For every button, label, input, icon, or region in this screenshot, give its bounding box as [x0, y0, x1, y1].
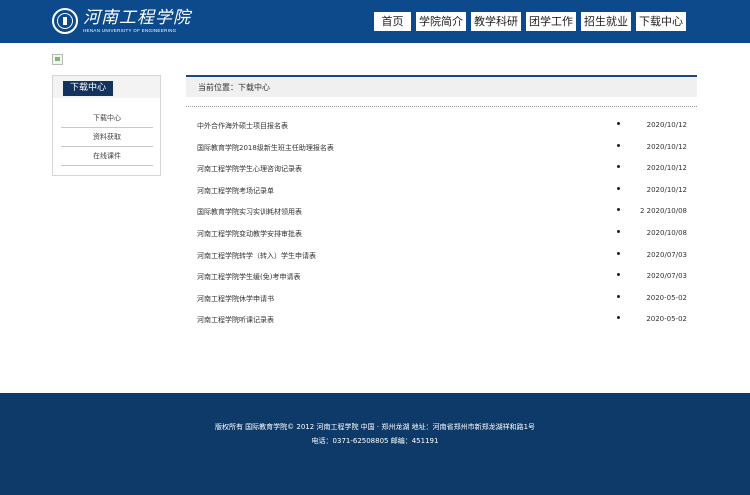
sidebar: 下载中心 下载中心 资料获取 在线课件: [52, 75, 161, 176]
bullet-icon: [617, 208, 620, 212]
list-item-title[interactable]: 中外合作海外硕士项目报名表: [197, 121, 288, 131]
list-item-date: 2 2020/10/08: [639, 207, 687, 216]
logo-chinese-name: 河南工程学院: [83, 7, 191, 28]
list-item-date: 2020/07/03: [646, 272, 687, 281]
list-item-date: 2020-05-02: [646, 315, 687, 324]
nav-student-work[interactable]: 团学工作: [526, 12, 576, 31]
bullet-icon: [617, 165, 620, 169]
bullet-icon: [617, 122, 620, 125]
list-item: 河南工程学院学生缓(免)考申请表 2020/07/03: [186, 266, 697, 288]
list-item-title[interactable]: 河南工程学院学生心理咨询记录表: [197, 164, 302, 174]
list-item: 河南工程学院变动教学安排审批表 2020/10/08: [186, 223, 697, 245]
list-item-title[interactable]: 河南工程学院学生缓(免)考申请表: [197, 272, 300, 282]
nav-downloads[interactable]: 下载中心: [636, 12, 686, 31]
list-item-title[interactable]: 河南工程学院转学（转入）学生申请表: [197, 251, 316, 261]
list-item-date: 2020/10/08: [646, 228, 687, 237]
list-item-date: 2020/10/12: [646, 164, 687, 173]
bullet-icon: [617, 273, 620, 277]
sidebar-item-online-courseware[interactable]: 在线课件: [61, 147, 153, 166]
list-item-title[interactable]: 国际教育学院2018级新生班主任助理报名表: [197, 143, 334, 153]
bullet-icon: [617, 251, 620, 255]
site-footer: 版权所有 国际教育学院© 2012 河南工程学院 中国 · 郑州龙湖 地址：河南…: [0, 393, 750, 495]
site-logo[interactable]: 河南工程学院 HENAN UNIVERSITY OF ENGINEERING: [52, 5, 191, 37]
list-item-title[interactable]: 国际教育学院实习实训耗材领用表: [197, 207, 302, 217]
bullet-icon: [617, 229, 620, 233]
list-item-date: 2020-05-02: [646, 293, 687, 302]
sidebar-menu: 下载中心 资料获取 在线课件: [61, 109, 153, 166]
breadcrumb: 当前位置：下载中心: [198, 83, 270, 92]
list-item: 河南工程学院学生心理咨询记录表 2020/10/12: [186, 158, 697, 180]
broken-image-icon: [52, 54, 63, 65]
footer-copyright: 版权所有 国际教育学院© 2012 河南工程学院 中国 · 郑州龙湖 地址：河南…: [214, 423, 536, 431]
list-item: 国际教育学院实习实训耗材领用表 2 2020/10/08: [186, 201, 697, 223]
list-item-date: 2020/10/12: [646, 121, 687, 129]
list-item-title[interactable]: 河南工程学院变动教学安排审批表: [197, 229, 302, 239]
nav-home[interactable]: 首页: [374, 12, 411, 31]
list-item: 国际教育学院2018级新生班主任助理报名表 2020/10/12: [186, 137, 697, 159]
list-item: 河南工程学院听课记录表 2020-05-02: [186, 309, 697, 331]
university-emblem-icon: [52, 8, 78, 34]
breadcrumb-bar: 当前位置：下载中心: [186, 75, 697, 97]
sidebar-item-downloads[interactable]: 下载中心: [61, 109, 153, 128]
sidebar-item-materials[interactable]: 资料获取: [61, 128, 153, 147]
bullet-icon: [617, 186, 620, 190]
bullet-icon: [617, 316, 620, 320]
footer-contact: 电话：0371-62508805 邮编：451191: [311, 437, 439, 445]
bullet-icon: [617, 294, 620, 298]
list-item: 中外合作海外硕士项目报名表 2020/10/12: [186, 115, 697, 137]
list-item-date: 2020/10/12: [646, 142, 687, 151]
list-item-title[interactable]: 河南工程学院听课记录表: [197, 315, 274, 325]
list-item: 河南工程学院转学（转入）学生申请表 2020/07/03: [186, 245, 697, 267]
list-item-title[interactable]: 河南工程学院考场记录单: [197, 186, 274, 196]
nav-about[interactable]: 学院简介: [416, 12, 466, 31]
download-list: 中外合作海外硕士项目报名表 2020/10/12 国际教育学院2018级新生班主…: [186, 115, 697, 331]
list-item-date: 2020/10/12: [646, 185, 687, 194]
main-nav: 首页 学院简介 教学科研 团学工作 招生就业 下载中心: [374, 12, 686, 31]
site-header: 河南工程学院 HENAN UNIVERSITY OF ENGINEERING 首…: [0, 0, 750, 43]
sidebar-title: 下载中心: [63, 81, 114, 96]
list-item-date: 2020/07/03: [646, 250, 687, 259]
list-item: 河南工程学院休学申请书 2020-05-02: [186, 288, 697, 310]
nav-teaching-research[interactable]: 教学科研: [471, 12, 521, 31]
list-item-title[interactable]: 河南工程学院休学申请书: [197, 294, 274, 304]
logo-english-name: HENAN UNIVERSITY OF ENGINEERING: [83, 27, 177, 33]
bullet-icon: [617, 143, 620, 147]
nav-admissions[interactable]: 招生就业: [581, 12, 631, 31]
list-item: 河南工程学院考场记录单 2020/10/12: [186, 180, 697, 202]
divider: [186, 106, 697, 107]
